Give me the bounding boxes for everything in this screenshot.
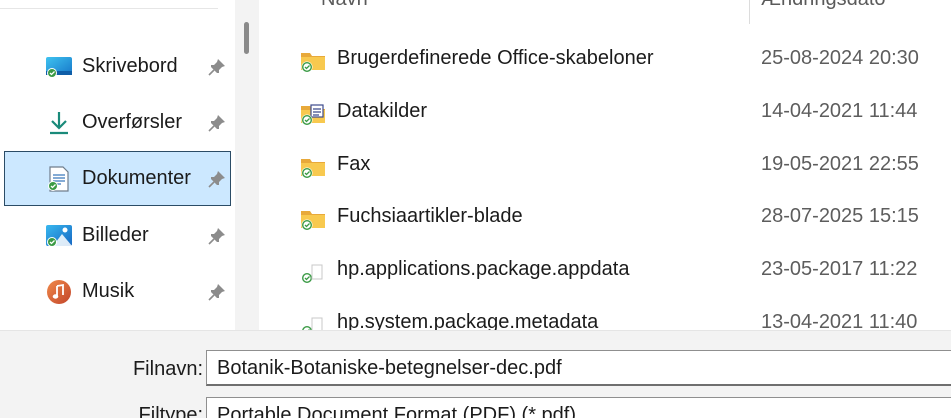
sidebar-item-dokumenter[interactable]: Dokumenter — [4, 151, 231, 206]
file-name: hp.system.package.metadata — [337, 311, 599, 330]
sidebar-item-musik[interactable]: Musik — [4, 264, 231, 319]
pin-icon[interactable] — [206, 56, 228, 78]
documents-icon — [45, 165, 73, 192]
desktop-icon — [45, 54, 73, 80]
file-row[interactable]: Brugerdefinerede Office-skabeloner 25-08… — [259, 35, 951, 88]
scrollbar-thumb[interactable] — [244, 22, 249, 54]
sidebar-item-label: Overførsler — [82, 111, 182, 133]
pin-icon[interactable] — [206, 225, 228, 247]
file-date: 28-07-2025 15:15 — [761, 205, 919, 227]
file-row[interactable]: Fuchsiaartikler-blade 28-07-2025 15:15 — [259, 193, 951, 246]
file-name: Brugerdefinerede Office-skabeloner — [337, 47, 654, 69]
file-name: hp.applications.package.appdata — [337, 258, 630, 280]
sidebar-item-overforsler[interactable]: Overførsler — [4, 95, 231, 150]
file-date: 13-04-2021 11:40 — [761, 311, 918, 330]
file-row[interactable]: hp.system.package.metadata 13-04-2021 11… — [259, 299, 951, 330]
column-header-date[interactable]: Ændringsdato — [761, 0, 886, 11]
navigation-pane: Skrivebord Overførsler Dokumenter Billed… — [0, 0, 235, 330]
sidebar-divider — [0, 8, 218, 9]
file-synced-icon — [299, 259, 327, 285]
file-row[interactable]: Datakilder 14-04-2021 11:44 — [259, 88, 951, 141]
file-date: 25-08-2024 20:30 — [761, 47, 919, 69]
file-synced-icon — [299, 312, 327, 330]
folder-synced-icon — [299, 206, 327, 232]
filetype-label: Filtype: — [138, 404, 203, 418]
data-sources-folder-icon — [299, 101, 327, 127]
pin-icon[interactable] — [206, 112, 228, 134]
sidebar-item-label: Musik — [82, 280, 135, 302]
sidebar-item-skrivebord[interactable]: Skrivebord — [4, 39, 231, 94]
pin-icon[interactable] — [206, 168, 228, 190]
pictures-icon — [45, 223, 73, 249]
pin-icon[interactable] — [206, 281, 228, 303]
download-arrow-icon — [45, 110, 73, 136]
file-date: 19-05-2021 22:55 — [761, 153, 919, 175]
save-options-panel: Filnavn: Botanik-Botaniske-betegnelser-d… — [0, 330, 951, 418]
file-list: Navn Ændringsdato Brugerdefinerede Offic… — [259, 0, 951, 330]
music-icon — [45, 279, 73, 305]
filetype-select[interactable]: Portable Document Format (PDF) (*.pdf) — [206, 397, 951, 418]
file-name: Fax — [337, 153, 371, 175]
column-header-name[interactable]: Navn — [321, 0, 368, 11]
filename-input[interactable]: Botanik-Botaniske-betegnelser-dec.pdf — [206, 350, 951, 386]
file-date: 23-05-2017 11:22 — [761, 258, 918, 280]
folder-synced-icon — [299, 154, 327, 180]
folder-synced-icon — [299, 48, 327, 74]
sidebar-item-billeder[interactable]: Billeder — [4, 208, 231, 263]
column-divider[interactable] — [749, 0, 750, 24]
file-date: 14-04-2021 11:44 — [761, 100, 918, 122]
filename-label: Filnavn: — [132, 358, 203, 380]
file-row[interactable]: hp.applications.package.appdata 23-05-20… — [259, 246, 951, 299]
sidebar-item-label: Dokumenter — [82, 167, 191, 189]
sidebar-item-label: Billeder — [82, 224, 149, 246]
sidebar-item-label: Skrivebord — [82, 55, 178, 77]
file-name: Fuchsiaartikler-blade — [337, 205, 523, 227]
file-name: Datakilder — [337, 100, 428, 122]
file-row[interactable]: Fax 19-05-2021 22:55 — [259, 141, 951, 194]
sidebar-scrollbar[interactable] — [235, 0, 259, 330]
